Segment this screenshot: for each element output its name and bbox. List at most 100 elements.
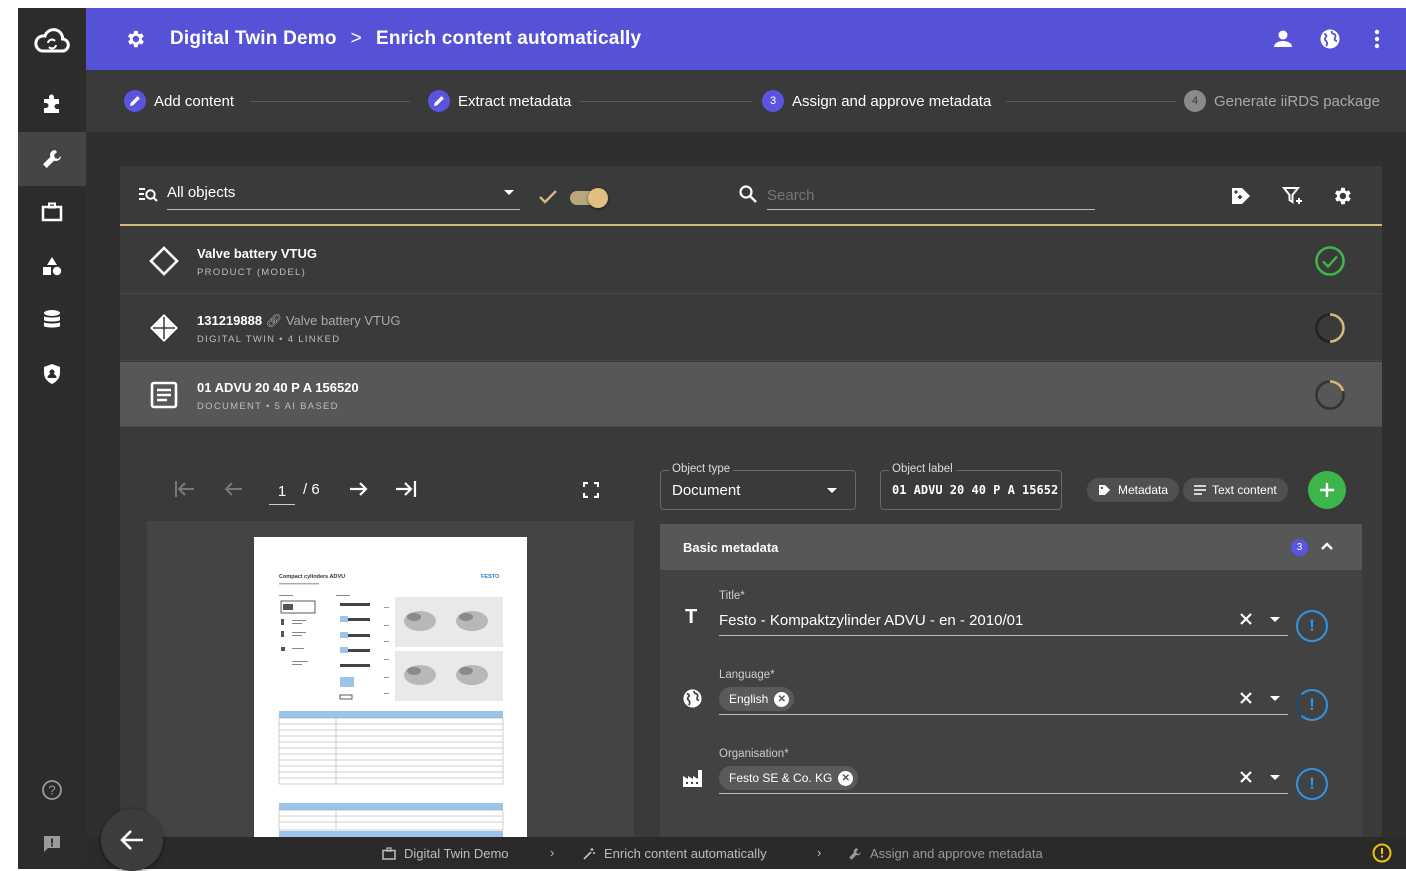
dropdown-arrow-icon[interactable]	[1270, 696, 1280, 701]
breadcrumb-item[interactable]: Enrich content automatically	[582, 846, 767, 861]
step-add-content[interactable]: Add content	[124, 70, 234, 132]
factory-icon	[682, 768, 704, 788]
breadcrumb-chevron-icon: ›	[817, 845, 822, 860]
step-connector	[1006, 101, 1176, 102]
metadata-editor: Object type Document Object label 01 ADV…	[660, 459, 1362, 837]
back-button[interactable]	[101, 809, 163, 871]
main-content: All objects Search Valve battery VTUG PR…	[86, 132, 1406, 837]
language-input[interactable]: English ✕	[719, 687, 1288, 715]
text-content-button[interactable]: Text content	[1183, 478, 1288, 502]
approved-check-icon	[1315, 246, 1345, 276]
arrow-left-icon	[120, 830, 143, 850]
lines-icon	[1194, 485, 1206, 495]
objects-toolbar: All objects	[120, 166, 1382, 226]
shapes-icon[interactable]	[32, 246, 72, 286]
next-page-icon[interactable]	[348, 479, 370, 499]
clear-icon[interactable]	[1239, 612, 1253, 626]
first-page-icon[interactable]	[174, 479, 196, 499]
briefcase-icon[interactable]	[32, 192, 72, 232]
feedback-icon[interactable]	[32, 824, 72, 864]
help-icon[interactable]: ?	[32, 770, 72, 810]
magic-wand-icon	[582, 847, 596, 861]
step-number: 3	[762, 90, 784, 112]
document-page-preview: Compact cylinders ADVU FESTO	[254, 537, 527, 837]
wrench-icon[interactable]	[18, 132, 86, 186]
page-title: Enrich content automatically	[375, 28, 642, 49]
object-label-label: Object label	[889, 463, 956, 475]
settings-icon[interactable]	[1331, 185, 1353, 207]
page-number-input[interactable]	[269, 479, 295, 505]
database-icon[interactable]	[32, 300, 72, 340]
field-label: Organisation*	[719, 748, 789, 760]
chevron-up-icon[interactable]	[1320, 540, 1334, 552]
object-filter-select[interactable]: All objects	[167, 182, 520, 210]
chip-remove-icon[interactable]: ✕	[838, 770, 854, 786]
breadcrumb-item[interactable]: Assign and approve metadata	[848, 846, 1043, 861]
cloud-sync-icon[interactable]	[32, 22, 72, 62]
section-title: Basic metadata	[683, 540, 779, 555]
header-bar: Digital Twin Demo > Enrich content autom…	[86, 8, 1406, 70]
warning-status-icon[interactable]: !	[1296, 610, 1328, 642]
fullscreen-icon[interactable]	[583, 482, 599, 498]
object-row[interactable]: Valve battery VTUG PRODUCT (MODEL)	[120, 228, 1382, 294]
object-type-select[interactable]: Object type Document	[660, 463, 856, 510]
organisation-input[interactable]: Festo SE & Co. KG ✕	[719, 766, 1288, 794]
add-button[interactable]	[1308, 471, 1346, 509]
warning-status-icon[interactable]: !	[1296, 768, 1328, 800]
metadata-button[interactable]: Metadata	[1087, 478, 1180, 502]
filter-value: All objects	[167, 184, 236, 201]
breadcrumb-item[interactable]: Digital Twin Demo	[382, 846, 509, 861]
briefcase-icon	[382, 847, 396, 860]
last-page-icon[interactable]	[394, 479, 418, 499]
clear-icon[interactable]	[1239, 691, 1253, 705]
step-extract-metadata[interactable]: Extract metadata	[428, 70, 571, 132]
more-vert-icon[interactable]	[1367, 29, 1387, 49]
check-icon[interactable]	[538, 188, 558, 206]
viewer-toolbar: / 6	[147, 459, 634, 521]
step-label: Assign and approve metadata	[792, 92, 992, 110]
dropdown-arrow-icon[interactable]	[1270, 775, 1280, 780]
search-filter-icon	[138, 185, 158, 205]
object-row-selected[interactable]: 01 ADVU 20 40 P A 156520 DOCUMENT • 5 AI…	[120, 362, 1382, 427]
user-icon[interactable]	[1272, 28, 1294, 50]
app-title[interactable]: Digital Twin Demo	[170, 28, 337, 50]
object-title: 01 ADVU 20 40 P A 156520	[197, 380, 359, 395]
language-chip[interactable]: English ✕	[719, 687, 795, 711]
step-assign-approve[interactable]: 3 Assign and approve metadata	[762, 70, 991, 132]
step-label: Generate iiRDS package	[1214, 92, 1380, 110]
chip-remove-icon[interactable]: ✕	[774, 691, 790, 707]
digital-twin-icon	[150, 314, 178, 342]
approved-toggle[interactable]	[570, 188, 608, 208]
metadata-field-title: T Title* Festo - Kompaktzylinder ADVU - …	[660, 580, 1362, 659]
breadcrumb-chevron-icon: ›	[550, 845, 555, 860]
object-type-label: Object type	[669, 463, 734, 475]
title-input[interactable]: Festo - Kompaktzylinder ADVU - en - 2010…	[719, 608, 1288, 636]
step-label: Add content	[154, 92, 235, 110]
basic-metadata-header[interactable]: Basic metadata 3	[660, 524, 1362, 570]
globe-icon[interactable]	[1319, 28, 1341, 50]
linked-object[interactable]: Valve battery VTUG	[286, 313, 401, 328]
dropdown-arrow-icon[interactable]	[1270, 617, 1280, 622]
svg-text:?: ?	[48, 783, 55, 798]
object-row[interactable]: 131219888 🔗︎ Valve battery VTUG DIGITAL …	[120, 295, 1382, 361]
search-input[interactable]	[767, 182, 1095, 210]
shield-icon[interactable]	[32, 354, 72, 394]
section-count-badge: 3	[1291, 539, 1308, 556]
prev-page-icon[interactable]	[222, 479, 244, 499]
page-total: / 6	[303, 481, 320, 498]
object-subtitle: DIGITAL TWIN • 4 LINKED	[197, 334, 341, 345]
tag-add-icon[interactable]	[1230, 185, 1252, 207]
warning-icon[interactable]	[1372, 843, 1392, 863]
wrench-icon	[848, 847, 862, 861]
dropdown-arrow-icon	[504, 190, 514, 195]
document-viewer: / 6 Compact cylinders ADVU FESTO	[147, 459, 634, 837]
gear-icon[interactable]	[124, 28, 146, 50]
step-generate-package[interactable]: 4 Generate iiRDS package	[1184, 70, 1380, 132]
warning-status-icon[interactable]: !	[1296, 689, 1328, 721]
object-label-field[interactable]: Object label 01 ADVU 20 40 P A 15652	[880, 463, 1062, 510]
organisation-chip[interactable]: Festo SE & Co. KG ✕	[719, 766, 859, 790]
filter-add-icon[interactable]	[1282, 185, 1304, 207]
puzzle-icon[interactable]	[32, 84, 72, 124]
progress-partial-icon	[1315, 313, 1345, 343]
clear-icon[interactable]	[1239, 770, 1253, 784]
